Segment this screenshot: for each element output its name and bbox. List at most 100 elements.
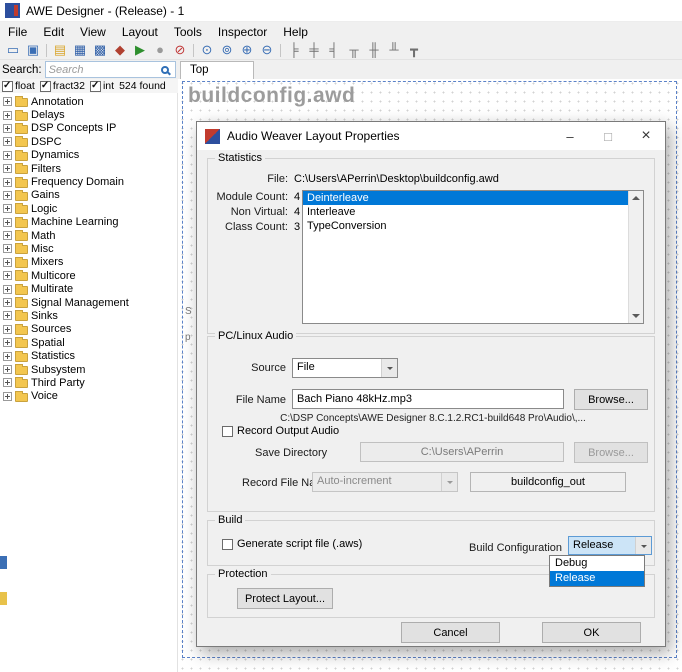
checkbox-icon[interactable]	[222, 539, 233, 550]
maximize-button[interactable]: □	[589, 122, 627, 150]
dock-tab-yellow[interactable]	[0, 592, 7, 605]
close-button[interactable]: ×	[627, 122, 665, 150]
tree-item[interactable]: Dynamics	[0, 149, 177, 162]
align-center-icon[interactable]: ╪	[304, 41, 324, 59]
expand-icon[interactable]	[3, 111, 12, 120]
search-icon[interactable]	[161, 66, 169, 74]
record-output-checkbox[interactable]: Record Output Audio	[222, 425, 339, 437]
expand-icon[interactable]	[3, 258, 12, 267]
expand-icon[interactable]	[3, 178, 12, 187]
expand-icon[interactable]	[3, 338, 12, 347]
tree-item[interactable]: Misc	[0, 242, 177, 255]
menu-item[interactable]: Edit	[35, 23, 72, 41]
tree-item[interactable]: Statistics	[0, 349, 177, 362]
checkbox-icon[interactable]	[40, 81, 51, 92]
scroll-up-icon[interactable]	[629, 191, 643, 205]
scroll-down-icon[interactable]	[629, 309, 643, 323]
tree-item[interactable]: Filters	[0, 162, 177, 175]
search-field[interactable]	[49, 64, 161, 76]
zoom-in-icon[interactable]: ⊕	[237, 41, 257, 59]
search-input[interactable]	[45, 61, 176, 78]
tree-item[interactable]: DSPC	[0, 135, 177, 148]
expand-icon[interactable]	[3, 204, 12, 213]
save-all-icon[interactable]: ▩	[90, 41, 110, 59]
tree-item[interactable]: Logic	[0, 202, 177, 215]
open-file-icon[interactable]: ▤	[50, 41, 70, 59]
tree-item[interactable]: Third Party	[0, 376, 177, 389]
module-list-item[interactable]: Interleave	[303, 205, 628, 219]
tree-item[interactable]: Gains	[0, 189, 177, 202]
expand-icon[interactable]	[3, 298, 12, 307]
dock-tab-blue[interactable]	[0, 556, 7, 569]
type-filter-checkbox[interactable]: int	[90, 80, 114, 92]
expand-icon[interactable]	[3, 285, 12, 294]
record-file-name-field[interactable]: buildconfig_out	[470, 472, 626, 492]
checkbox-icon[interactable]	[2, 81, 13, 92]
dropdown-option[interactable]: Debug	[550, 556, 644, 571]
pause-icon[interactable]: ●	[150, 41, 170, 59]
type-filter-checkbox[interactable]: float	[2, 80, 35, 92]
align-middle-icon[interactable]: ╫	[364, 41, 384, 59]
tree-item[interactable]: DSP Concepts IP	[0, 122, 177, 135]
checkbox-icon[interactable]	[222, 426, 233, 437]
align-top-icon[interactable]: ╥	[344, 41, 364, 59]
tree-item[interactable]: Spatial	[0, 336, 177, 349]
expand-icon[interactable]	[3, 124, 12, 133]
file-name-input[interactable]	[292, 389, 564, 409]
expand-icon[interactable]	[3, 365, 12, 374]
menu-item[interactable]: Layout	[114, 23, 166, 41]
open-layout-icon[interactable]: ▣	[23, 41, 43, 59]
menu-item[interactable]: Help	[275, 23, 316, 41]
expand-icon[interactable]	[3, 97, 12, 106]
tab-top[interactable]: Top	[180, 61, 254, 79]
dropdown-arrow-icon[interactable]	[381, 359, 397, 377]
halt-icon[interactable]: ⊘	[170, 41, 190, 59]
expand-icon[interactable]	[3, 137, 12, 146]
checkbox-icon[interactable]	[90, 81, 101, 92]
build-configuration-dropdown[interactable]: DebugRelease	[549, 555, 645, 587]
dropdown-arrow-icon[interactable]	[635, 537, 651, 554]
expand-icon[interactable]	[3, 352, 12, 361]
cancel-button[interactable]: Cancel	[401, 622, 500, 643]
build-icon[interactable]: ◆	[110, 41, 130, 59]
protect-layout-button[interactable]: Protect Layout...	[237, 588, 333, 609]
scrollbar[interactable]	[628, 191, 643, 323]
expand-icon[interactable]	[3, 151, 12, 160]
tree-item[interactable]: Sources	[0, 323, 177, 336]
dialog-titlebar[interactable]: Audio Weaver Layout Properties – □ ×	[197, 122, 665, 150]
tree-item[interactable]: Math	[0, 229, 177, 242]
tree-item[interactable]: Sinks	[0, 309, 177, 322]
tree-item[interactable]: Multirate	[0, 282, 177, 295]
menu-item[interactable]: File	[0, 23, 35, 41]
browse-button[interactable]: Browse...	[574, 389, 648, 410]
menu-item[interactable]: Inspector	[210, 23, 275, 41]
module-list-item[interactable]: TypeConversion	[303, 219, 628, 233]
zoom-fit-icon[interactable]: ⊙	[197, 41, 217, 59]
tree-item[interactable]: Subsystem	[0, 363, 177, 376]
module-list-item[interactable]: Deinterleave	[303, 191, 628, 205]
save-icon[interactable]: ▦	[70, 41, 90, 59]
tree-item[interactable]: Signal Management	[0, 296, 177, 309]
ok-button[interactable]: OK	[542, 622, 641, 643]
tree-item[interactable]: Voice	[0, 390, 177, 403]
play-icon[interactable]: ▶	[130, 41, 150, 59]
expand-icon[interactable]	[3, 378, 12, 387]
menu-item[interactable]: View	[72, 23, 114, 41]
minimize-button[interactable]: –	[551, 122, 589, 150]
new-layout-icon[interactable]: ▭	[3, 41, 23, 59]
tree-item[interactable]: Annotation	[0, 95, 177, 108]
expand-icon[interactable]	[3, 271, 12, 280]
align-right-icon[interactable]: ╡	[324, 41, 344, 59]
expand-icon[interactable]	[3, 325, 12, 334]
menu-item[interactable]: Tools	[166, 23, 210, 41]
tree-item[interactable]: Machine Learning	[0, 216, 177, 229]
expand-icon[interactable]	[3, 244, 12, 253]
dropdown-option[interactable]: Release	[550, 571, 644, 586]
expand-icon[interactable]	[3, 231, 12, 240]
tree-item[interactable]: Mixers	[0, 256, 177, 269]
build-configuration-select[interactable]: Release	[568, 536, 652, 555]
zoom-100-icon[interactable]: ⊚	[217, 41, 237, 59]
route-icon[interactable]: ┳	[404, 41, 424, 59]
expand-icon[interactable]	[3, 218, 12, 227]
tree-item[interactable]: Delays	[0, 108, 177, 121]
